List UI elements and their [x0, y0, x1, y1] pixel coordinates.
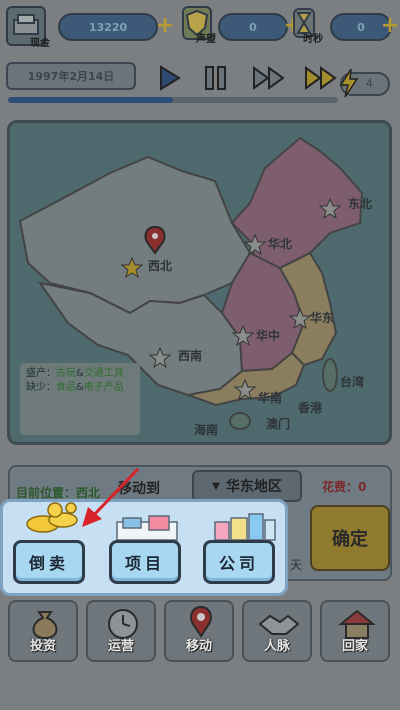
cost-text: 花费：0	[322, 480, 367, 494]
game-date: 1997年2月14日	[6, 62, 136, 90]
legend-produce-b: 交通工具	[83, 368, 124, 379]
project-button[interactable]: 项目	[109, 540, 181, 584]
lightning-icon	[339, 68, 359, 98]
legend-lack-a: 食品	[56, 382, 76, 393]
add-cash-plus-icon[interactable]: +	[155, 15, 175, 37]
company-buildings-icon	[214, 513, 276, 541]
confirm-button[interactable]: 确定	[310, 505, 390, 571]
legend-lack-line: 缺少：食品&电子产品	[26, 381, 134, 395]
region-trade-legend: 盛产：古玩&交通工具 缺少：食品&电子产品	[20, 363, 140, 435]
region-south[interactable]: 华南	[258, 389, 282, 406]
nav-operate[interactable]: 运营	[86, 600, 156, 662]
region-east[interactable]: 华东	[310, 309, 334, 326]
legend-produce-a: 古玩	[56, 368, 76, 379]
legend-lack-b: 电子产品	[83, 382, 124, 393]
nav-invest-label: 投资	[29, 639, 56, 654]
trade-menu-popup: 倒卖 项目 公司	[0, 499, 288, 596]
nav-move-label: 移动	[185, 639, 212, 654]
legend-produce-prefix: 盛产：	[26, 368, 56, 379]
pause-button[interactable]	[196, 60, 236, 96]
destination-select[interactable]: ▼ 华东地区	[192, 470, 302, 502]
time-label: 时秒	[303, 34, 323, 45]
region-southwest[interactable]: 西南	[178, 347, 202, 364]
region-northeast[interactable]: 东北	[348, 195, 372, 212]
region-taiwan[interactable]: 台湾	[340, 373, 364, 390]
double-fast-forward-icon	[305, 66, 337, 90]
cash-label: 现金	[30, 38, 50, 49]
nav-home-label: 回家	[341, 639, 368, 654]
legend-produce-line: 盛产：古玩&交通工具	[26, 367, 134, 381]
region-central[interactable]: 华中	[256, 327, 280, 344]
pause-icon	[205, 66, 226, 90]
region-northwest[interactable]: 西北	[148, 257, 172, 274]
nav-operate-label: 运营	[107, 639, 134, 654]
super-fast-button[interactable]	[302, 60, 342, 96]
tutorial-arrow-icon	[82, 467, 140, 527]
gold-coins-icon	[26, 502, 78, 533]
cash-value: 13220	[58, 13, 158, 41]
fast-forward-icon	[253, 66, 285, 90]
fast-forward-button[interactable]	[250, 60, 290, 96]
nav-home[interactable]: 回家	[320, 600, 390, 662]
play-icon	[160, 65, 181, 91]
day-progress-bar	[8, 97, 338, 103]
nav-move[interactable]: 移动	[164, 600, 234, 662]
china-map-panel: 东北 华北 西北 华东 华中 西南 华南 台湾 香港 澳门 海南 盛产：古玩&交…	[7, 120, 392, 445]
legend-amp-2: &	[76, 382, 84, 393]
reputation-label: 声望	[196, 34, 216, 45]
region-hainan[interactable]: 海南	[194, 421, 218, 438]
play-button[interactable]	[150, 60, 190, 96]
region-macau[interactable]: 澳门	[266, 415, 290, 432]
day-progress-fill	[8, 97, 173, 103]
nav-invest[interactable]: 投资	[8, 600, 78, 662]
hint-tail-text: 天	[290, 558, 303, 572]
company-button[interactable]: 公司	[203, 540, 275, 584]
nav-contacts-label: 人脉	[263, 639, 290, 654]
destination-value: 华东地区	[225, 479, 282, 495]
resell-button[interactable]: 倒卖	[13, 540, 85, 584]
nav-contacts[interactable]: 人脉	[242, 600, 312, 662]
region-north[interactable]: 华北	[268, 235, 292, 252]
reputation-value: 0	[218, 13, 288, 41]
region-hongkong[interactable]: 香港	[298, 399, 322, 416]
chevron-down-icon: ▼	[212, 480, 220, 492]
legend-lack-prefix: 缺少：	[26, 382, 56, 393]
add-time-plus-icon[interactable]: +	[380, 15, 400, 37]
legend-amp-1: &	[76, 368, 84, 379]
speed-badge-value: 4	[366, 77, 373, 90]
energy-badge: 4	[339, 68, 390, 98]
